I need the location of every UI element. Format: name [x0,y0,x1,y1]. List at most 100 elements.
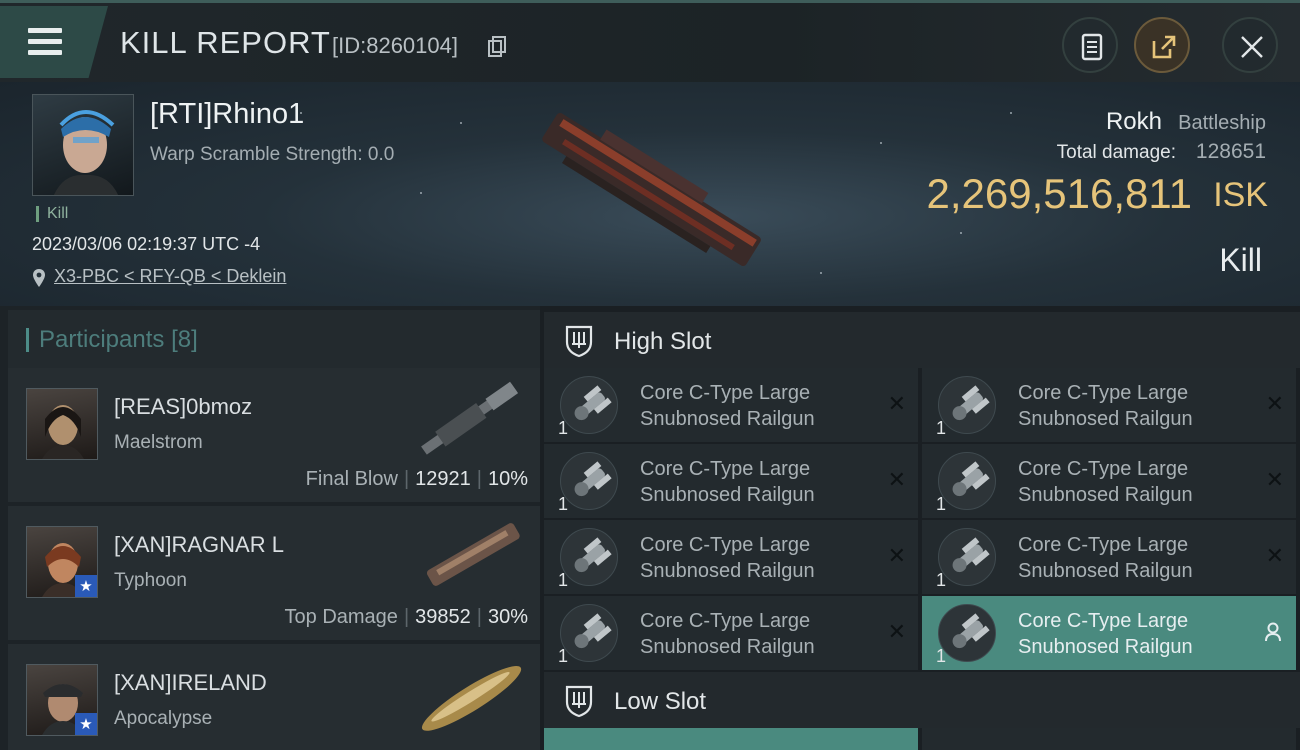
victim-ship-name[interactable]: Rokh [1106,108,1162,136]
x-icon: ✕ [1265,544,1284,569]
location-link[interactable]: X3-PBC < RFY-QB < Deklein [54,266,286,286]
participant-ship-image [421,666,522,731]
victim-ship-class: Battleship [1178,112,1266,134]
share-icon [1152,35,1176,59]
warp-scramble: Warp Scramble Strength: 0.0 [150,144,395,165]
kill-result: Kill [1219,242,1262,278]
participant-row[interactable]: ★ [XAN]RAGNAR L Typhoon Top Damage | 39852… [8,506,540,640]
item-quantity: 1 [558,570,569,590]
railgun-icon [938,604,996,662]
x-icon: ✕ [887,620,906,645]
item-quantity: 1 [936,418,947,438]
participant-ship-image [426,523,520,586]
victim-avatar[interactable] [32,94,134,196]
participant-avatar[interactable] [26,388,98,460]
high-slot-item[interactable]: 1 Core C-Type Large Snubnosed Railgun ✕ [544,520,918,594]
participant-name[interactable]: [XAN]IRELAND [114,670,267,696]
participant-stats: Final Blow | 12921 | 10% [305,468,528,490]
item-quantity: 1 [558,646,569,666]
participant-tag: Final Blow [305,468,398,490]
item-quantity: 1 [936,570,947,590]
item-name: Core C-Type Large Snubnosed Railgun [640,382,815,430]
low-slot-item[interactable] [922,728,1296,750]
report-button[interactable] [1062,17,1118,73]
high-slot-label: High Slot [614,328,712,355]
x-icon: ✕ [1265,468,1284,493]
participant-avatar[interactable]: ★ [26,526,98,598]
item-name: Core C-Type Large Snubnosed Railgun [1018,382,1193,430]
low-slot-label: Low Slot [614,688,707,715]
kill-datetime: 2023/03/06 02:19:37 UTC -4 [32,234,261,254]
report-id: [ID:8260104] [332,33,458,58]
participant-tag: Top Damage [284,606,398,628]
participant-percent: 30% [487,606,528,628]
participants-header: Participants [8] [8,310,540,368]
high-slot-item[interactable]: 1 Core C-Type Large Snubnosed Railgun ✕ [544,596,918,670]
x-icon: ✕ [1265,392,1284,417]
participant-stats: Top Damage | 39852 | 30% [284,606,528,628]
railgun-icon [560,376,618,434]
participants-panel: Participants [8] [REAS]0bmoz Maelstrom F… [0,306,540,750]
shield-slot-icon [565,325,593,358]
item-name: Core C-Type Large Snubnosed Railgun [1018,534,1193,582]
railgun-icon [938,376,996,434]
alliance-badge: ★ [75,713,97,735]
participant-ship-image [421,381,519,455]
low-slot-item[interactable] [544,728,918,750]
participant-row[interactable]: ★ [XAN]IRELAND Apocalypse [8,644,540,750]
fitting-panel: High Slot 1 Core C-Type Large Snubnosed Ra… [540,306,1300,750]
participants-label: Participants [39,326,165,353]
close-icon [1241,36,1263,58]
alliance-badge: ★ [75,575,97,597]
item-name: Core C-Type Large Snubnosed Railgun [1018,610,1193,658]
railgun-icon [560,604,618,662]
x-icon: ✕ [887,468,906,493]
item-quantity: 1 [558,494,569,514]
page-title: KILL REPORT [120,25,331,60]
kill-header: [RTI]Rhino1 Warp Scramble Strength: 0.0 … [0,82,1300,306]
participant-avatar[interactable]: ★ [26,664,98,736]
pin-icon [33,269,45,287]
participant-ship: Typhoon [114,570,187,591]
participant-name[interactable]: [REAS]0bmoz [114,394,252,420]
high-slot-item[interactable]: 1 Core C-Type Large Snubnosed Railgun ✕ [544,368,918,442]
top-bar: KILL REPORT [ID:8260104] [0,0,1300,82]
close-button[interactable] [1222,17,1278,73]
low-slot-header: Low Slot [544,672,1300,728]
victim-name[interactable]: [RTI]Rhino1 [150,98,304,131]
kill-location[interactable]: X3-PBC < RFY-QB < Deklein [32,266,286,287]
participant-damage: 12921 [415,468,471,490]
participants-count: [8] [171,326,198,353]
participant-row[interactable]: [REAS]0bmoz Maelstrom Final Blow | 12921 | 1… [8,368,540,502]
railgun-icon [560,452,618,510]
high-slot-item[interactable]: 1 Core C-Type Large Snubnosed Railgun ✕ [544,444,918,518]
item-quantity: 1 [558,418,569,438]
total-damage-label: Total damage: [1056,142,1176,163]
participant-ship: Apocalypse [114,708,213,729]
menu-button[interactable] [0,6,108,78]
shield-slot-icon [565,685,593,718]
participant-name[interactable]: [XAN]RAGNAR L [114,532,284,558]
isk-unit: ISK [1213,176,1268,214]
item-name: Core C-Type Large Snubnosed Railgun [1018,458,1193,506]
participant-percent: 10% [487,468,528,490]
high-slot-item[interactable]: 1 Core C-Type Large Snubnosed Railgun [922,596,1296,670]
railgun-icon [938,528,996,586]
clipboard-icon [1081,33,1103,61]
high-slot-item[interactable]: 1 Core C-Type Large Snubnosed Railgun ✕ [922,444,1296,518]
high-slot-item[interactable]: 1 Core C-Type Large Snubnosed Railgun ✕ [922,368,1296,442]
participant-ship: Maelstrom [114,432,203,453]
share-button[interactable] [1134,17,1190,73]
x-icon: ✕ [887,544,906,569]
item-name: Core C-Type Large Snubnosed Railgun [640,534,815,582]
high-slot-header: High Slot [544,312,1300,368]
item-name: Core C-Type Large Snubnosed Railgun [640,458,815,506]
railgun-icon [938,452,996,510]
item-quantity: 1 [936,646,947,666]
isk-value: 2,269,516,811 [926,170,1192,217]
participant-damage: 39852 [415,606,471,628]
high-slot-item[interactable]: 1 Core C-Type Large Snubnosed Railgun ✕ [922,520,1296,594]
copy-icon[interactable] [488,36,506,58]
railgun-icon [560,528,618,586]
victim-ship-image [542,112,761,266]
